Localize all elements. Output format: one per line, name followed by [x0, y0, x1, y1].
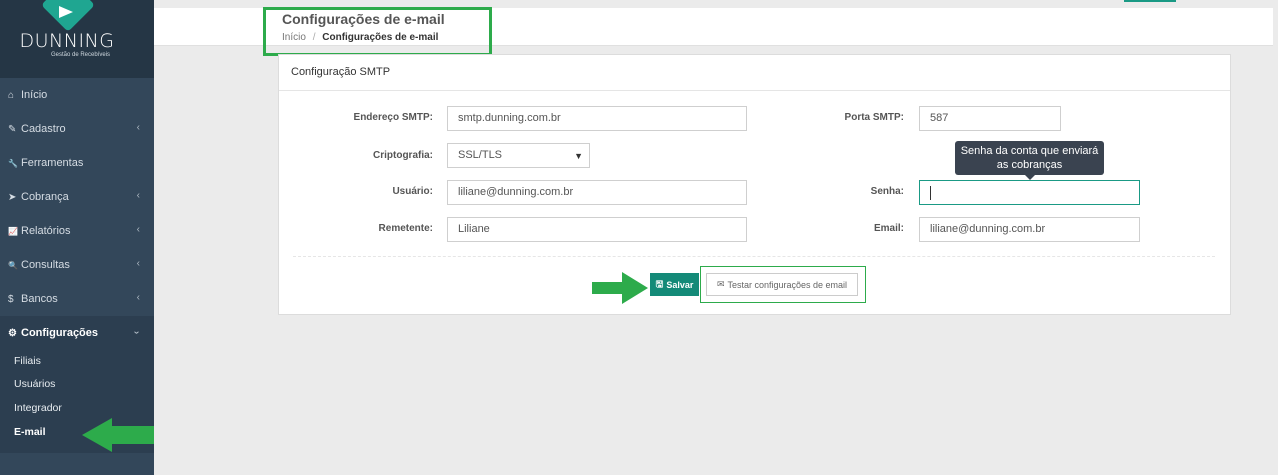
- tooltip-line-2: as cobranças: [996, 159, 1063, 171]
- sidebar-item-inicio[interactable]: ⌂ Início: [0, 78, 154, 112]
- dropdown-arrow-icon: ▼: [574, 151, 583, 161]
- sidebar-item-label: Cadastro: [21, 123, 66, 135]
- email-input[interactable]: liliane@dunning.com.br: [919, 217, 1140, 242]
- save-button[interactable]: 🖫 Salvar: [650, 273, 699, 296]
- sidebar-item-label: Ferramentas: [21, 157, 84, 169]
- chevron-left-icon: ‹: [136, 292, 140, 303]
- test-settings-button[interactable]: ✉ Testar configurações de email: [706, 273, 858, 296]
- sidebar-item-consultas[interactable]: 🔍 Consultas ‹: [0, 248, 154, 282]
- sender-input[interactable]: Liliane: [447, 217, 747, 242]
- encryption-select-value: SSL/TLS: [458, 149, 503, 161]
- sidebar-item-ferramentas[interactable]: 🔧 Ferramentas: [0, 146, 154, 180]
- save-button-label: Salvar: [666, 279, 694, 290]
- chart-icon: 📈: [8, 226, 18, 236]
- topbar-accent[interactable]: [1124, 0, 1176, 2]
- envelope-icon: ✉: [716, 279, 725, 289]
- sender-label: Remetente:: [378, 223, 433, 234]
- logo-arrow-icon: [59, 6, 73, 18]
- chevron-left-icon: ‹: [136, 122, 140, 133]
- sidebar-item-relatorios[interactable]: 📈 Relatórios ‹: [0, 214, 154, 248]
- password-input[interactable]: [919, 180, 1140, 205]
- sidebar-item-label: Configurações: [21, 327, 99, 339]
- email-label: Email:: [873, 223, 904, 234]
- save-icon: 🖫: [655, 278, 664, 289]
- password-label: Senha:: [870, 186, 904, 197]
- sidebar-item-bancos[interactable]: $ Bancos ‹: [0, 282, 154, 316]
- panel-header: Configuração SMTP: [279, 55, 1230, 91]
- title-highlight-box: [263, 7, 492, 56]
- brand-logo[interactable]: DUNNING Gestão de Recebíveis: [0, 0, 154, 78]
- smtp-address-input[interactable]: smtp.dunning.com.br: [447, 106, 747, 131]
- chevron-left-icon: ‹: [136, 258, 140, 269]
- sidebar-item-label: Cobrança: [21, 191, 69, 203]
- arrow-left-icon: [82, 418, 154, 452]
- sidebar-subitem-email[interactable]: E-mail: [14, 426, 46, 438]
- brand-tagline: Gestão de Recebíveis: [51, 52, 111, 58]
- chevron-left-icon: ‹: [136, 190, 140, 201]
- test-button-label: Testar configurações de email: [727, 279, 848, 290]
- chevron-down-icon: ›: [130, 330, 142, 335]
- encryption-label: Criptografia:: [373, 150, 433, 161]
- panel-title: Configuração SMTP: [291, 66, 391, 78]
- smtp-address-label: Endereço SMTP:: [353, 112, 433, 123]
- form-divider: [293, 256, 1215, 257]
- wrench-icon: 🔧: [8, 158, 18, 168]
- text-caret: [930, 186, 931, 200]
- search-icon: 🔍: [8, 260, 18, 270]
- sidebar-subitem-filiais[interactable]: Filiais: [14, 355, 41, 367]
- arrow-right-icon: [592, 272, 648, 304]
- chevron-left-icon: ‹: [136, 224, 140, 235]
- sidebar-subitem-usuarios[interactable]: Usuários: [14, 378, 55, 390]
- sidebar-item-label: Bancos: [21, 293, 58, 305]
- sidebar-item-configuracoes[interactable]: ⚙ Configurações ›: [0, 316, 154, 350]
- send-icon: ➤: [8, 191, 17, 203]
- sidebar-item-label: Início: [21, 89, 48, 101]
- sidebar-item-cobranca[interactable]: ➤ Cobrança ‹: [0, 180, 154, 214]
- home-icon: ⌂: [8, 89, 15, 101]
- sidebar-item-label: Relatórios: [21, 225, 71, 237]
- sidebar: DUNNING Gestão de Recebíveis ⌂ Início ✎ …: [0, 0, 154, 475]
- dollar-icon: $: [8, 293, 14, 305]
- encryption-select[interactable]: SSL/TLS ▼: [447, 143, 590, 168]
- sidebar-item-cadastro[interactable]: ✎ Cadastro ‹: [0, 112, 154, 146]
- user-input[interactable]: liliane@dunning.com.br: [447, 180, 747, 205]
- brand-name: DUNNING: [19, 30, 115, 52]
- edit-icon: ✎: [8, 123, 17, 135]
- smtp-port-input[interactable]: 587: [919, 106, 1061, 131]
- smtp-port-label: Porta SMTP:: [844, 112, 904, 123]
- user-label: Usuário:: [392, 186, 433, 197]
- gear-icon: ⚙: [8, 327, 17, 339]
- tooltip-line-1: Senha da conta que enviará: [960, 145, 1099, 157]
- sidebar-subitem-integrador[interactable]: Integrador: [14, 402, 62, 414]
- sidebar-item-label: Consultas: [21, 259, 70, 271]
- password-tooltip: Senha da conta que enviará as cobranças: [955, 141, 1104, 180]
